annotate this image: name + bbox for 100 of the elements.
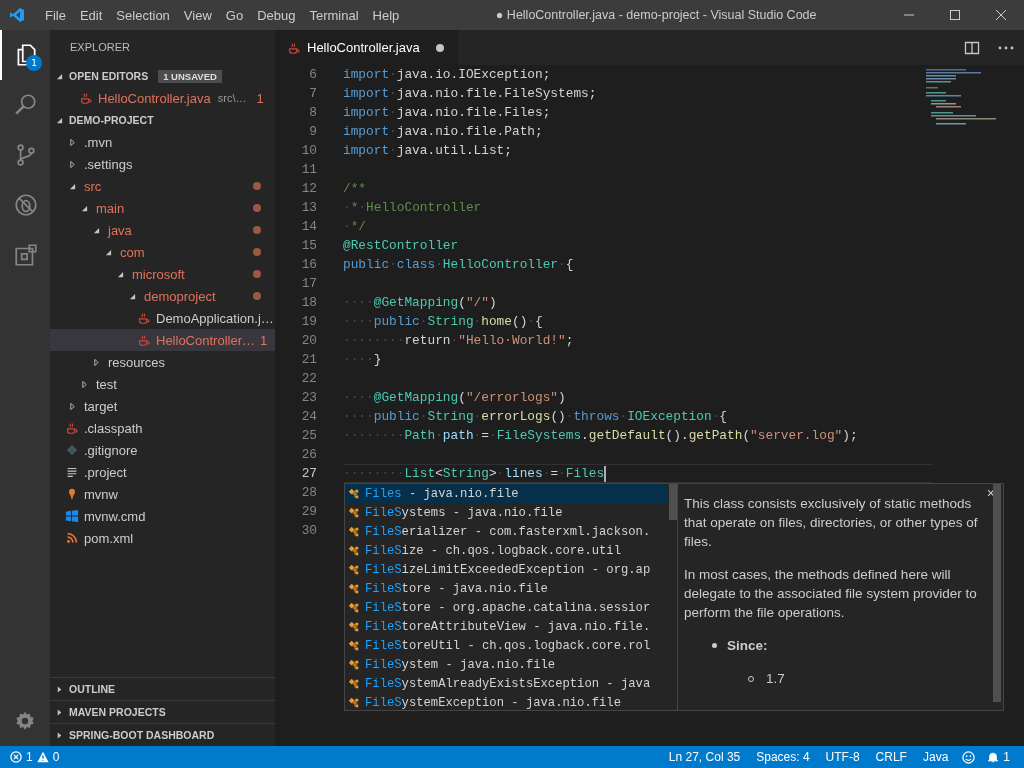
collapsed-arrow-icon	[68, 138, 76, 146]
expanded-arrow-icon	[56, 72, 63, 80]
status-item[interactable]: CRLF	[875, 750, 907, 764]
scrollbar-thumb[interactable]	[669, 484, 677, 520]
menu-item[interactable]: Edit	[72, 0, 110, 30]
line-number: 28	[300, 485, 317, 500]
file-tree-item[interactable]: DemoApplication.j…	[50, 307, 275, 329]
suggestion-item[interactable]: FileStoreUtil - ch.qos.logback.core.rol	[345, 636, 668, 655]
menu-item[interactable]: Selection	[109, 0, 177, 30]
file-tree-item[interactable]: resources	[50, 351, 275, 373]
code-line: ····@GetMapping("/errorlogs")	[343, 389, 566, 407]
suggestion-item[interactable]: FileStore - org.apache.catalina.sessior	[345, 598, 668, 617]
status-item[interactable]: Java	[922, 750, 949, 764]
menu-item[interactable]: Debug	[250, 0, 303, 30]
file-tree-item[interactable]: HelloController… 1	[50, 329, 275, 351]
notifications-status[interactable]: 1	[987, 750, 1010, 764]
menu-item[interactable]: View	[176, 0, 219, 30]
file-tree-item[interactable]: mvnw	[50, 483, 275, 505]
bug-icon	[13, 192, 39, 218]
menu-item[interactable]: Help	[365, 0, 407, 30]
menu-item[interactable]: File	[38, 0, 73, 30]
file-tree-item[interactable]: target	[50, 395, 275, 417]
java-cup-icon	[287, 40, 301, 55]
menu-item[interactable]: Go	[218, 0, 251, 30]
file-tree-item[interactable]: test	[50, 373, 275, 395]
menu-item[interactable]: Terminal	[302, 0, 366, 30]
section-header[interactable]: OUTLINE	[50, 678, 275, 700]
suggestion-item[interactable]: FileSystems - java.nio.file	[345, 503, 668, 522]
diamond-icon	[65, 443, 79, 457]
java-cup-icon	[137, 333, 151, 347]
suggestion-item[interactable]: FileSystemAlreadyExistsException - java	[345, 674, 668, 693]
feed-icon	[65, 531, 79, 545]
line-number: 8	[308, 105, 317, 120]
sidebar-title: EXPLORER	[69, 40, 131, 55]
file-tree-item[interactable]: demoproject	[50, 285, 275, 307]
line-number: 22	[300, 371, 317, 386]
code-line: ····public·String·home()·{	[343, 313, 543, 331]
file-tree-item[interactable]: microsoft	[50, 263, 275, 285]
line-number: 16	[300, 257, 317, 272]
file-tree-item[interactable]: .settings	[50, 153, 275, 175]
code-line: ········return·"Hello·World!";	[343, 332, 574, 350]
file-tree-item[interactable]: .gitignore	[50, 439, 275, 461]
file-tree-item[interactable]: src	[50, 175, 275, 197]
close-icon[interactable]	[996, 10, 1006, 20]
expanded-arrow-icon	[104, 248, 112, 256]
suggestion-item[interactable]: FileSize - ch.qos.logback.core.util	[345, 541, 668, 560]
unsaved-badge: 1 UNSAVED	[158, 69, 222, 83]
editor-tab[interactable]: HelloController.java	[275, 30, 458, 65]
since-value: 1.7	[766, 670, 785, 688]
file-path: src\…	[217, 92, 247, 104]
collapsed-arrow-icon	[56, 685, 63, 693]
open-editor-item[interactable]: HelloController.java src\… 1	[50, 87, 275, 109]
code-line: public·class·HelloController·{	[343, 256, 574, 274]
file-tree-item[interactable]: pom.xml	[50, 527, 275, 549]
line-number: 10	[300, 143, 317, 158]
notification-count: 1	[1003, 750, 1010, 764]
windows-icon	[65, 509, 79, 523]
settings-icon[interactable]	[14, 710, 36, 732]
suggestion-item[interactable]: FileStore - java.nio.file	[345, 579, 668, 598]
code-line: import·java.nio.file.FileSystems;	[343, 85, 597, 103]
file-tree-item[interactable]: java	[50, 219, 275, 241]
suggestion-item[interactable]: FileSystemException - java.nio.file	[345, 693, 668, 710]
modified-dot	[253, 182, 261, 190]
java-cup-icon	[65, 421, 79, 435]
suggestion-item[interactable]: FileSerializer - com.fasterxml.jackson.	[345, 522, 668, 541]
line-number: 24	[300, 409, 317, 424]
file-tree-item[interactable]: .mvn	[50, 131, 275, 153]
section-header[interactable]: OPEN EDITORS 1 UNSAVED	[50, 65, 275, 87]
file-tree-item[interactable]: mvnw.cmd	[50, 505, 275, 527]
line-number: 13	[300, 200, 317, 215]
file-tree-item[interactable]: .classpath	[50, 417, 275, 439]
code-line: import·java.nio.file.Files;	[343, 104, 551, 122]
status-item[interactable]: Spaces: 4	[756, 750, 810, 764]
code-line: ····}	[343, 351, 382, 369]
file-tree-item[interactable]: .project	[50, 461, 275, 483]
section-header[interactable]: MAVEN PROJECTS	[50, 701, 275, 723]
problems-status[interactable]: 1 0	[10, 750, 60, 764]
split-editor-icon[interactable]	[964, 39, 980, 56]
file-tree-item[interactable]: main	[50, 197, 275, 219]
section-header[interactable]: SPRING-BOOT DASHBOARD	[50, 724, 275, 746]
suggestion-item[interactable]: FileStoreAttributeView - java.nio.file.	[345, 617, 668, 636]
suggestion-item[interactable]: FileSystem - java.nio.file	[345, 655, 668, 674]
expanded-arrow-icon	[56, 116, 63, 124]
suggestion-item[interactable]: Files - java.nio.file	[345, 484, 668, 503]
code-line: ·*/	[343, 218, 367, 236]
extensions-icon	[13, 242, 39, 268]
suggestion-item[interactable]: FileSizeLimitExceededException - org.ap	[345, 560, 668, 579]
modified-dot	[253, 204, 261, 212]
collapsed-arrow-icon	[56, 708, 63, 716]
modified-dot	[253, 226, 261, 234]
smiley-icon[interactable]	[962, 750, 976, 764]
line-number: 19	[300, 314, 317, 329]
warning-icon	[36, 751, 49, 763]
status-item[interactable]: UTF-8	[825, 750, 860, 764]
maximize-icon[interactable]	[950, 10, 960, 20]
more-icon[interactable]	[998, 45, 1014, 50]
scrollbar-thumb[interactable]	[993, 484, 1001, 702]
file-tree-item[interactable]: com	[50, 241, 275, 263]
section-header[interactable]: DEMO-PROJECT	[50, 109, 275, 131]
status-item[interactable]: Ln 27, Col 35	[668, 750, 741, 764]
